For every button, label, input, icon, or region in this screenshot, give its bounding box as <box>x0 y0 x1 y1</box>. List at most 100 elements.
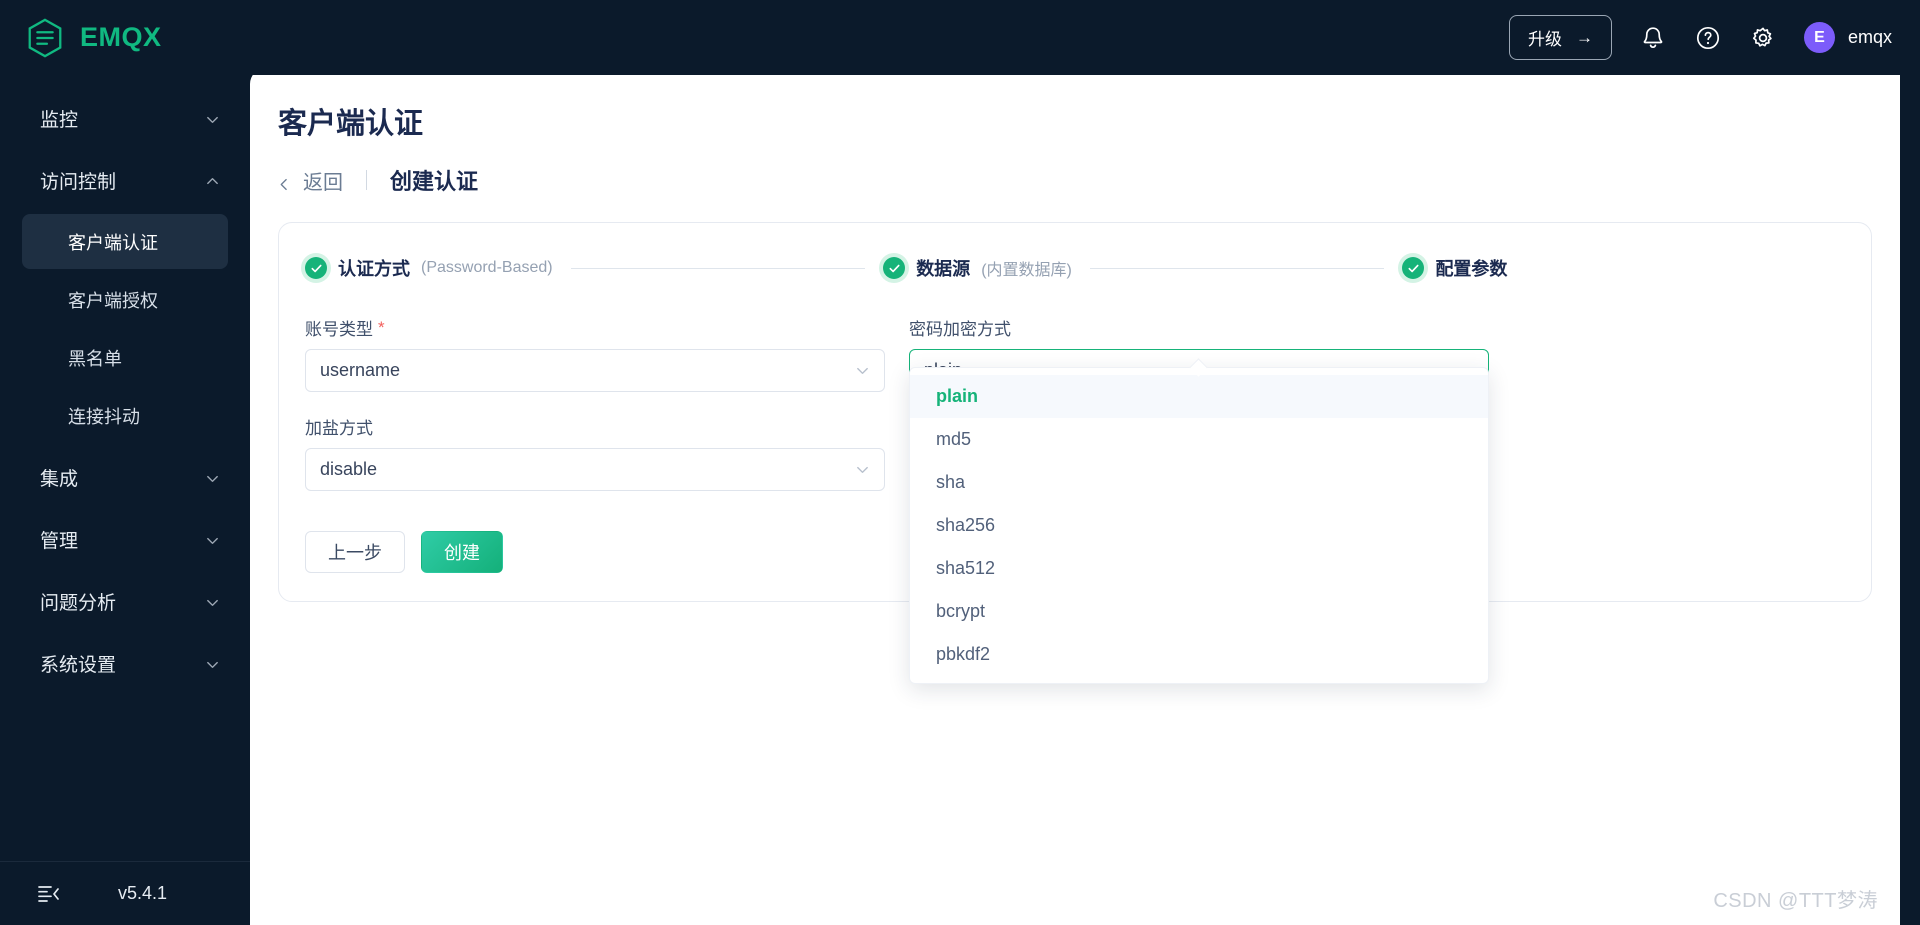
dropdown-option-md5[interactable]: md5 <box>910 418 1488 461</box>
sidebar-item-system-settings[interactable]: 系统设置 <box>0 632 250 694</box>
sidebar-item-client-authentication[interactable]: 客户端认证 <box>22 214 228 269</box>
breadcrumb: 返回 创建认证 <box>278 164 1900 196</box>
user-name: emqx <box>1847 27 1892 47</box>
password-hash-dropdown: plain md5 sha sha256 sha512 bcrypt pbkdf… <box>909 358 1489 684</box>
chevron-left-icon <box>278 174 291 190</box>
chevron-down-icon <box>205 470 220 485</box>
option-label: sha512 <box>936 558 996 578</box>
chevron-up-icon <box>205 173 220 188</box>
field-password-hash: 密码加密方式 plain plain md5 <box>909 315 1489 684</box>
previous-step-button[interactable]: 上一步 <box>305 531 405 573</box>
sidebar-item-label: 系统设置 <box>40 654 117 676</box>
brand-logo[interactable]: EMQX <box>24 17 162 59</box>
dropdown-option-bcrypt[interactable]: bcrypt <box>910 590 1488 633</box>
create-label: 创建 <box>444 543 480 563</box>
field-label: 账号类型 * <box>305 315 885 340</box>
account-type-select[interactable]: username <box>305 349 885 392</box>
bell-icon[interactable] <box>1639 24 1667 52</box>
field-label-text: 密码加密方式 <box>909 320 1011 339</box>
steps-indicator: 认证方式 (Password-Based) 数据源 (内置数据库) 配置参数 <box>301 251 1849 281</box>
step-connector <box>570 267 866 269</box>
main-content: 客户端认证 返回 创建认证 认证方式 (Password-Based) 数据源 … <box>250 68 1900 925</box>
page-title: 客户端认证 <box>278 108 424 140</box>
check-icon <box>305 257 327 279</box>
watermark: CSDN @TTT梦涛 <box>1713 890 1878 912</box>
top-bar: EMQX 升级 → E emqx <box>0 0 1920 75</box>
breadcrumb-divider <box>366 170 367 190</box>
step-subtitle: (内置数据库) <box>981 262 1072 279</box>
check-icon <box>883 257 906 279</box>
version-label: v5.4.1 <box>118 883 168 903</box>
sidebar-item-access-control[interactable]: 访问控制 <box>0 149 250 211</box>
question-circle-icon[interactable] <box>1694 24 1722 52</box>
sidebar-item-flapping-detect[interactable]: 连接抖动 <box>22 388 228 443</box>
sidebar-item-monitor[interactable]: 监控 <box>0 87 250 149</box>
upgrade-button[interactable]: 升级 → <box>1508 15 1612 60</box>
sidebar-item-management[interactable]: 管理 <box>0 508 250 570</box>
option-label: md5 <box>936 429 972 449</box>
dropdown-option-sha[interactable]: sha <box>910 461 1488 504</box>
auth-config-form: 账号类型 * username 密码加密方式 plain md5 sha sha… <box>301 315 1849 684</box>
chevron-down-icon <box>205 111 220 126</box>
step-title: 配置参数 <box>1435 259 1508 279</box>
step-subtitle: (Password-Based) <box>421 259 553 276</box>
previous-step-label: 上一步 <box>328 543 382 563</box>
chevron-down-icon <box>855 462 870 477</box>
option-label: bcrypt <box>936 601 986 621</box>
sidebar-nav: 监控 访问控制 客户端认证 客户端授权 黑名单 连接抖动 集成 管理 问题分析 … <box>0 75 250 861</box>
sidebar-item-blacklist[interactable]: 黑名单 <box>22 330 228 385</box>
select-value: username <box>320 360 401 380</box>
back-label: 返回 <box>303 171 343 194</box>
step-auth-method[interactable]: 认证方式 (Password-Based) <box>305 255 553 281</box>
step-config-params[interactable]: 配置参数 <box>1402 255 1518 281</box>
dropdown-option-plain[interactable]: plain <box>910 375 1488 418</box>
breadcrumb-current: 创建认证 <box>390 169 479 194</box>
sidebar: 监控 访问控制 客户端认证 客户端授权 黑名单 连接抖动 集成 管理 问题分析 … <box>0 75 250 925</box>
required-marker: * <box>378 318 385 337</box>
brand-name: EMQX <box>80 22 162 52</box>
field-label-text: 账号类型 <box>305 320 373 339</box>
create-button[interactable]: 创建 <box>421 531 503 573</box>
upgrade-label: 升级 <box>1527 30 1562 49</box>
step-title: 认证方式 <box>338 259 410 279</box>
step-connector <box>1089 267 1385 269</box>
option-label: sha <box>936 472 966 492</box>
field-label-text: 加盐方式 <box>305 419 373 438</box>
field-label: 密码加密方式 <box>909 315 1489 340</box>
sidebar-item-label: 问题分析 <box>40 592 117 614</box>
gear-icon[interactable] <box>1749 24 1777 52</box>
sidebar-item-label: 监控 <box>40 109 79 131</box>
emqx-hexagon-logo <box>24 17 66 59</box>
option-label: plain <box>936 386 979 406</box>
field-account-type: 账号类型 * username <box>305 315 885 392</box>
step-title: 数据源 <box>916 259 971 279</box>
check-icon <box>1402 257 1425 279</box>
chevron-down-icon <box>855 363 870 378</box>
user-menu[interactable]: E emqx <box>1803 22 1892 53</box>
step-data-source[interactable]: 数据源 (内置数据库) <box>883 255 1072 281</box>
chevron-down-icon <box>205 532 220 547</box>
sidebar-item-label: 客户端授权 <box>68 290 158 311</box>
sidebar-item-diagnostics[interactable]: 问题分析 <box>0 570 250 632</box>
chevron-down-icon <box>205 594 220 609</box>
sidebar-item-label: 客户端认证 <box>68 232 158 253</box>
collapse-sidebar-icon[interactable] <box>36 882 60 906</box>
sidebar-item-label: 集成 <box>40 468 79 490</box>
sidebar-item-client-authorization[interactable]: 客户端授权 <box>22 272 228 327</box>
field-salt-position: 加盐方式 disable <box>305 414 885 491</box>
salt-position-select[interactable]: disable <box>305 448 885 491</box>
dropdown-option-sha512[interactable]: sha512 <box>910 547 1488 590</box>
field-label: 加盐方式 <box>305 414 885 439</box>
sidebar-item-label: 管理 <box>40 530 79 552</box>
arrow-right-icon: → <box>1575 28 1593 47</box>
sidebar-item-label: 黑名单 <box>68 348 122 369</box>
top-bar-actions: 升级 → E emqx <box>1508 15 1892 60</box>
chevron-down-icon <box>205 656 220 671</box>
sidebar-item-integration[interactable]: 集成 <box>0 446 250 508</box>
dropdown-option-pbkdf2[interactable]: pbkdf2 <box>910 633 1488 676</box>
dropdown-option-sha256[interactable]: sha256 <box>910 504 1488 547</box>
sidebar-footer: v5.4.1 <box>0 861 250 925</box>
back-button[interactable]: 返回 <box>278 166 343 195</box>
create-auth-card: 认证方式 (Password-Based) 数据源 (内置数据库) 配置参数 账… <box>278 222 1872 684</box>
sidebar-item-label: 连接抖动 <box>68 406 140 427</box>
